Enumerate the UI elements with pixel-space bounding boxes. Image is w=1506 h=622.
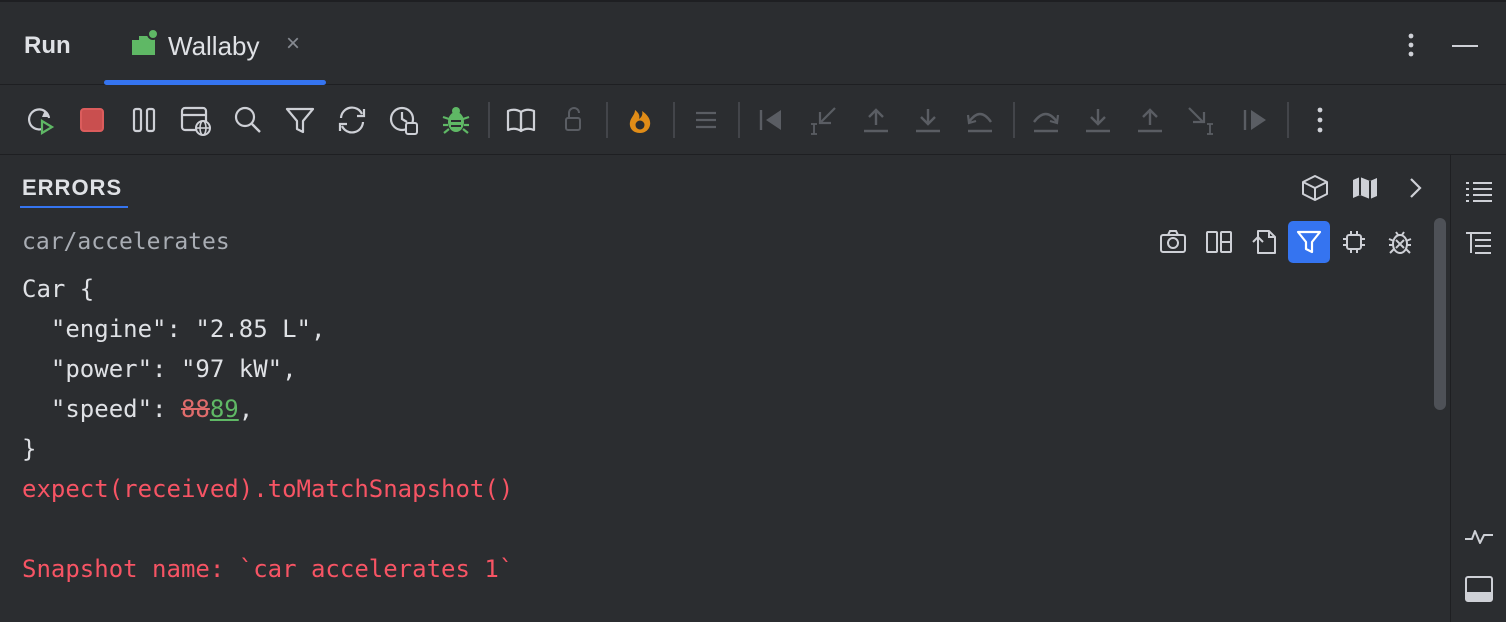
test-path-separator: / (63, 229, 78, 255)
code-line: "speed": (22, 395, 181, 423)
toolbar-separator (488, 102, 490, 138)
down-arrow-icon[interactable] (1082, 104, 1114, 136)
step-into-icon[interactable] (807, 104, 839, 136)
activity-icon[interactable] (1463, 519, 1495, 551)
step-back-icon[interactable] (755, 104, 787, 136)
download-icon[interactable] (912, 104, 944, 136)
more-vertical-icon[interactable] (1396, 30, 1426, 65)
error-message: expect(received).toMatchSnapshot() (22, 475, 514, 503)
open-file-icon[interactable] (1243, 221, 1285, 263)
toolbar-separator (606, 102, 608, 138)
errors-heading-underline (20, 206, 128, 208)
vertical-scrollbar[interactable] (1434, 218, 1446, 410)
diff-added-value: 89 (209, 395, 239, 423)
minimize-icon[interactable] (1452, 45, 1478, 47)
pause-icon[interactable] (128, 104, 160, 136)
toolbar-separator (1287, 102, 1289, 138)
flame-icon[interactable] (624, 104, 656, 136)
toolbar (0, 85, 1506, 155)
history-icon[interactable] (388, 104, 420, 136)
filter-icon[interactable] (284, 104, 316, 136)
upload-icon[interactable] (860, 104, 892, 136)
code-line: } (22, 435, 37, 463)
browser-icon[interactable] (180, 104, 212, 136)
snapshot-diff-output[interactable]: Car { "engine": "2.85 L", "power": "97 k… (22, 269, 513, 589)
filter-active-icon[interactable] (1288, 221, 1330, 263)
test-path[interactable]: car/accelerates (22, 229, 230, 255)
bottom-panel-icon[interactable] (1463, 573, 1495, 605)
code-line: , (238, 395, 254, 423)
tab-wallaby-label: Wallaby (168, 31, 260, 61)
toolbar-separator (673, 102, 675, 138)
test-path-name: accelerates (77, 229, 230, 255)
code-line: "power": "97 kW", (22, 355, 297, 383)
tool-window-tabbar: Run Wallaby × (0, 0, 1506, 85)
camera-icon[interactable] (1152, 221, 1194, 263)
snapshot-name-message: Snapshot name: `car accelerates 1` (22, 555, 514, 583)
close-icon[interactable]: × (286, 32, 300, 56)
rerun-icon[interactable] (24, 104, 56, 136)
structure-list-icon[interactable] (1463, 175, 1495, 207)
cube-icon[interactable] (1300, 173, 1330, 203)
list-icon[interactable] (690, 104, 722, 136)
lock-icon[interactable] (557, 104, 589, 136)
more-vertical-icon[interactable] (1304, 104, 1336, 136)
stop-icon[interactable] (76, 104, 108, 136)
wallaby-icon (130, 28, 160, 63)
toolbar-separator (1013, 102, 1015, 138)
chevron-right-icon[interactable] (1400, 173, 1430, 203)
errors-panel: ERRORS car/accelerates Car { "engine": "… (0, 155, 1450, 622)
step-over-icon[interactable] (1030, 104, 1062, 136)
debug-bug-icon[interactable] (440, 104, 472, 136)
sync-icon[interactable] (336, 104, 368, 136)
tab-wallaby[interactable]: Wallaby × (104, 2, 326, 85)
test-path-suite: car (22, 229, 64, 255)
toolbar-separator (738, 102, 740, 138)
search-icon[interactable] (232, 104, 264, 136)
diff-removed-value: 88 (180, 395, 210, 423)
right-tool-strip (1450, 155, 1506, 622)
hierarchy-icon[interactable] (1463, 227, 1495, 259)
tab-run[interactable]: Run (24, 32, 71, 60)
step-cursor-icon[interactable] (1186, 104, 1218, 136)
diff-compare-icon[interactable] (1198, 221, 1240, 263)
bug-off-icon[interactable] (1379, 221, 1421, 263)
code-line: Car { (22, 275, 95, 303)
errors-heading[interactable]: ERRORS (22, 175, 122, 201)
map-icon[interactable] (1350, 173, 1380, 203)
up-arrow-icon[interactable] (1134, 104, 1166, 136)
code-line: "engine": "2.85 L", (22, 315, 326, 343)
chip-icon[interactable] (1333, 221, 1375, 263)
step-forward-icon[interactable] (1239, 104, 1271, 136)
book-icon[interactable] (505, 104, 537, 136)
step-out-icon[interactable] (964, 104, 996, 136)
